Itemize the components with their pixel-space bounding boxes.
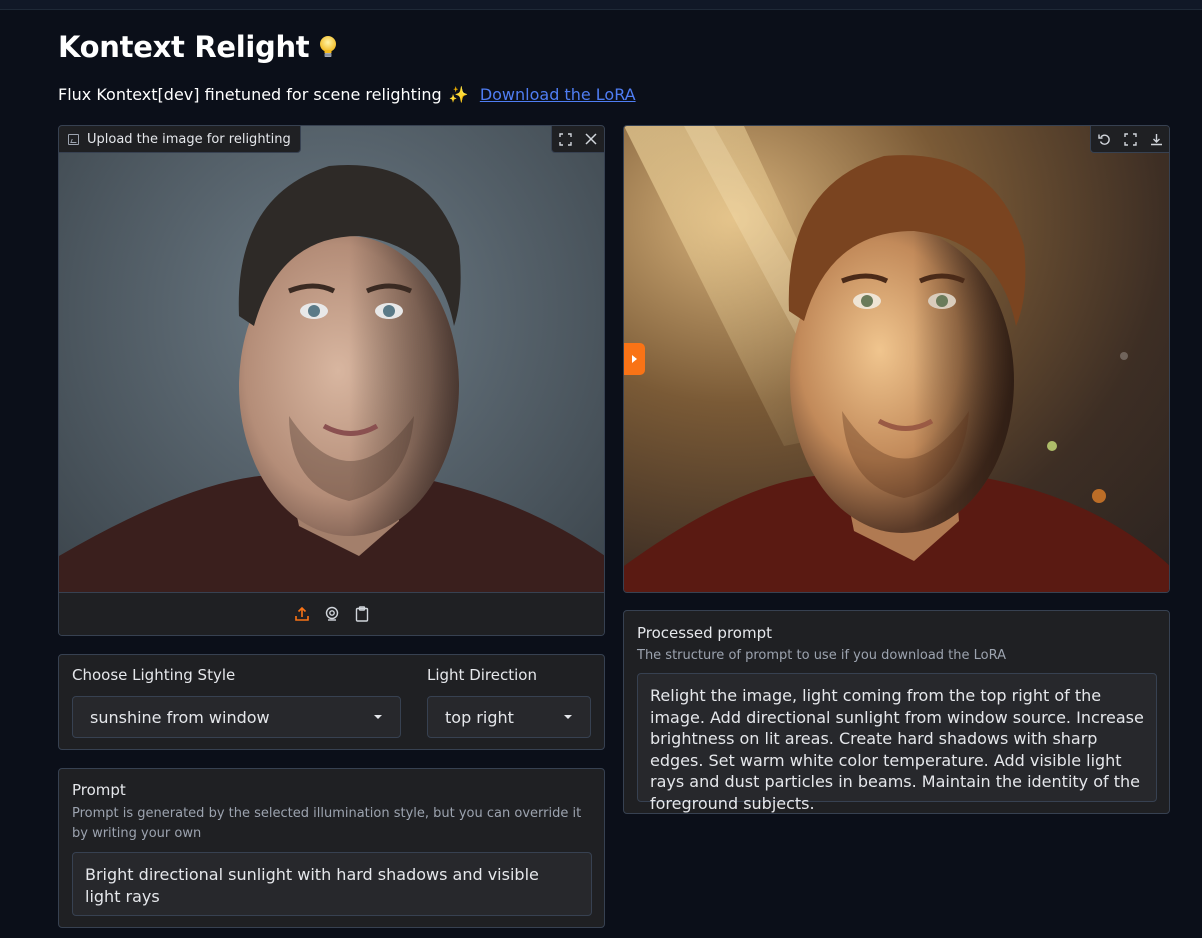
light-direction-dropdown[interactable]: top right (427, 696, 591, 738)
light-direction-label: Light Direction (427, 666, 537, 684)
processed-prompt-textarea[interactable]: Relight the image, light coming from the… (637, 673, 1157, 813)
download-lora-link[interactable]: Download the LoRA (480, 85, 636, 104)
close-icon[interactable] (578, 126, 604, 152)
image-icon (68, 133, 79, 145)
prompt-info: Prompt is generated by the selected illu… (72, 806, 582, 841)
prompt-label: Prompt (72, 781, 126, 799)
prompt-textarea[interactable]: Bright directional sunlight with hard sh… (72, 852, 592, 916)
lighting-style-label: Choose Lighting Style (72, 666, 236, 684)
processed-prompt-label: Processed prompt (637, 624, 772, 642)
output-portrait-image (624, 126, 1169, 592)
input-image-label-text: Upload the image for relighting (87, 131, 291, 147)
page-title-text: Kontext Relight (58, 30, 310, 64)
page-title: Kontext Relight (58, 30, 337, 64)
upload-icon[interactable] (294, 606, 310, 622)
undo-icon[interactable] (1091, 126, 1117, 152)
chevron-down-icon (564, 715, 572, 719)
sparkles-icon: ✨ (448, 85, 469, 104)
lighting-controls-panel: Choose Lighting Style sunshine from wind… (58, 654, 605, 750)
input-image-panel[interactable]: Upload the image for relighting (58, 125, 605, 636)
subtitle-text: Flux Kontext[dev] finetuned for scene re… (58, 85, 442, 104)
download-icon[interactable] (1143, 126, 1169, 152)
clipboard-icon[interactable] (354, 606, 370, 622)
output-image-panel (623, 125, 1170, 593)
subtitle: Flux Kontext[dev] finetuned for scene re… (58, 85, 636, 104)
lighting-style-dropdown[interactable]: sunshine from window (72, 696, 401, 738)
light-direction-value: top right (445, 707, 514, 727)
prompt-panel: Prompt Prompt is generated by the select… (58, 768, 605, 928)
fullscreen-icon[interactable] (1117, 126, 1143, 152)
fullscreen-icon[interactable] (552, 126, 578, 152)
input-portrait-image (59, 126, 604, 592)
top-bar (0, 0, 1202, 10)
output-image-tools (1090, 126, 1169, 153)
chevron-down-icon (374, 715, 382, 719)
input-image-tools (551, 126, 604, 153)
input-source-toolbar (59, 592, 604, 635)
compare-slider-handle[interactable] (624, 343, 645, 375)
light-bulb-icon (319, 32, 337, 57)
processed-prompt-info: The structure of prompt to use if you do… (637, 648, 1007, 663)
lighting-style-value: sunshine from window (90, 707, 270, 727)
webcam-icon[interactable] (324, 606, 340, 622)
processed-prompt-panel: Processed prompt The structure of prompt… (623, 610, 1170, 814)
input-image-label: Upload the image for relighting (59, 126, 301, 153)
